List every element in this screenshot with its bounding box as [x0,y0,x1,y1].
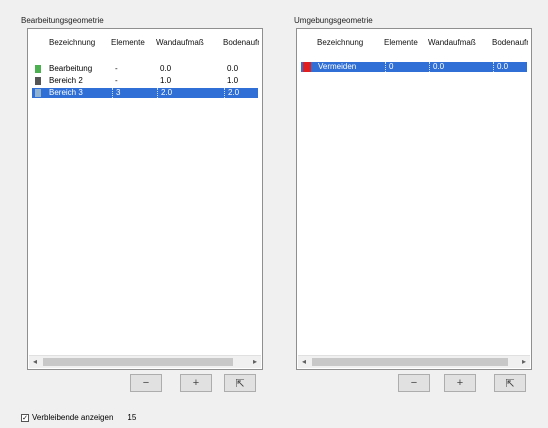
col-elemente[interactable]: Elemente [384,38,418,47]
right-list-header: Bezeichnung Elemente Wandaufmaß Bodenauf… [297,38,531,50]
row-name: Bearbeitung [49,64,93,73]
arrow-left-icon: − [410,377,418,389]
row-wall: 2.0 [157,88,172,98]
cursor-icon: ⇱ [505,377,515,390]
row-floor: 0.0 [227,64,239,73]
right-horizontal-scrollbar[interactable]: ◂ ▸ [298,355,530,368]
right-add-button[interactable]: + [444,374,476,392]
right-group-title: Umgebungsgeometrie [294,16,373,25]
scroll-right-icon[interactable]: ▸ [518,356,530,368]
row-wall: 0.0 [160,64,172,73]
color-swatch [35,65,41,73]
left-add-button[interactable]: + [180,374,212,392]
row-elements: 3 [112,88,120,98]
right-geometry-list[interactable]: Bezeichnung Elemente Wandaufmaß Bodenauf… [296,28,532,370]
remaining-count: 15 [127,413,137,422]
right-row-vermeiden[interactable]: Vermeiden 0 0.0 0.0 [301,62,527,72]
col-elemente[interactable]: Elemente [111,38,145,47]
col-bezeichnung[interactable]: Bezeichnung [317,38,363,47]
row-elements: - [115,64,118,73]
col-wandaufmass[interactable]: Wandaufmaß [428,38,476,47]
scroll-left-icon[interactable]: ◂ [298,356,310,368]
show-remaining-checkbox[interactable]: ✓ [21,413,29,422]
arrow-left-icon: − [142,377,150,389]
scroll-thumb[interactable] [43,358,233,366]
left-list-header: Bezeichnung Elemente Wandaufmaß Bodenauf… [28,38,262,50]
scroll-right-icon[interactable]: ▸ [249,356,261,368]
left-row-bereich-3[interactable]: Bereich 3 3 2.0 2.0 [32,88,258,98]
row-elements: - [115,76,118,85]
color-swatch [35,89,41,97]
scroll-left-icon[interactable]: ◂ [29,356,41,368]
show-remaining-label: Verbleibende anzeigen [32,413,114,422]
scroll-thumb[interactable] [312,358,508,366]
left-horizontal-scrollbar[interactable]: ◂ ▸ [29,355,261,368]
right-remove-button[interactable]: − [398,374,430,392]
row-floor: 1.0 [227,76,239,85]
color-swatch [35,77,41,85]
left-row-bearbeitung[interactable]: Bearbeitung - 0.0 0.0 [32,64,258,74]
col-bezeichnung[interactable]: Bezeichnung [49,38,95,47]
row-name: Bereich 3 [49,88,83,97]
row-wall: 0.0 [429,62,444,72]
col-bodenaufmass[interactable]: Bodenaufmaß [223,38,259,47]
row-floor: 2.0 [224,88,239,98]
cursor-icon: ⇱ [235,377,245,390]
left-geometry-list[interactable]: Bezeichnung Elemente Wandaufmaß Bodenauf… [27,28,263,370]
col-wandaufmass[interactable]: Wandaufmaß [156,38,204,47]
left-row-bereich-2[interactable]: Bereich 2 - 1.0 1.0 [32,76,258,86]
left-group-title: Bearbeitungsgeometrie [21,16,104,25]
plus-icon: + [456,377,464,389]
row-name: Vermeiden [318,62,357,71]
col-bodenaufmass[interactable]: Bodenaufmaß [492,38,528,47]
left-select-button[interactable]: ⇱ [224,374,256,392]
row-elements: 0 [385,62,393,72]
left-remove-button[interactable]: − [130,374,162,392]
row-name: Bereich 2 [49,76,83,85]
row-floor: 0.0 [493,62,508,72]
color-swatch [303,62,311,72]
row-wall: 1.0 [160,76,172,85]
plus-icon: + [192,377,200,389]
right-select-button[interactable]: ⇱ [494,374,526,392]
show-remaining-option[interactable]: ✓ Verbleibende anzeigen 15 [21,413,136,422]
